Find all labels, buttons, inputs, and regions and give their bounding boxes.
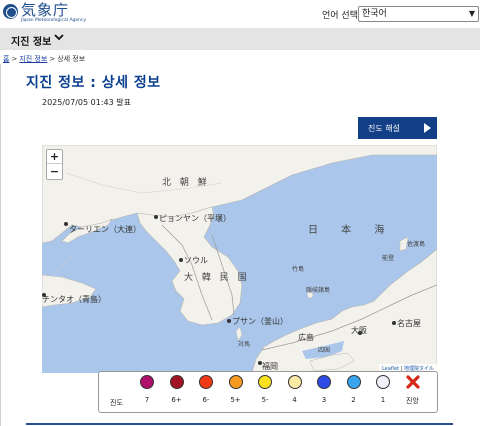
breadcrumb-separator: > bbox=[11, 55, 18, 63]
jma-emblem-icon bbox=[3, 4, 18, 19]
x-mark-icon bbox=[405, 375, 420, 389]
language-label: 언어 선택 bbox=[322, 11, 358, 21]
intensity-value-label: 3 bbox=[321, 396, 327, 404]
map-label-oki: 隠岐諸島 bbox=[306, 287, 331, 294]
divider bbox=[0, 64, 1, 426]
earthquake-map[interactable]: 北 朝 鮮 ピョンヤン（平壌） ターリエン（大連） ソウル 大 韓 民 国 チン… bbox=[42, 145, 437, 373]
legend-item-2: 2 bbox=[344, 375, 364, 404]
intensity-color-swatch bbox=[376, 375, 390, 389]
map-label-takeshima: 竹島 bbox=[292, 266, 305, 273]
intensity-explanation-label: 진도 해설 bbox=[368, 124, 400, 133]
legend-item-5plus: 5+ bbox=[226, 375, 246, 404]
map-label-pyongyang: ピョンヤン（平壌） bbox=[159, 214, 231, 223]
zoom-out-button[interactable]: − bbox=[47, 165, 62, 179]
chevron-down-icon: ▼ bbox=[468, 9, 475, 18]
legend-item-1: 1 bbox=[373, 375, 393, 404]
map-label-sado: 佐渡島 bbox=[407, 241, 426, 248]
legend-item-6plus: 6+ bbox=[167, 375, 187, 404]
logo-english: Japan Meteorological Agency bbox=[21, 18, 87, 23]
map-label-sea-of-japan: 日 本 海 bbox=[308, 225, 395, 236]
breadcrumb-earthquake-info[interactable]: 지진 정보 bbox=[19, 55, 47, 63]
nagoya-dot bbox=[392, 321, 396, 325]
intensity-color-swatch bbox=[287, 375, 302, 389]
intensity-value-label: 4 bbox=[292, 396, 297, 404]
language-select[interactable]: 한국어 ▼ bbox=[358, 6, 479, 22]
intensity-value-label: 6- bbox=[202, 396, 210, 404]
map-label-south-korea: 大 韓 民 国 bbox=[184, 273, 250, 283]
language-select-value: 한국어 bbox=[362, 9, 387, 19]
intensity-color-swatch bbox=[169, 375, 184, 389]
legend-title: 진도 bbox=[110, 399, 123, 407]
map-label-shikoku: 四国 bbox=[318, 347, 331, 354]
arrow-right-icon bbox=[424, 123, 431, 133]
map-label-noto: 能登 bbox=[382, 255, 395, 262]
map-label-osaka: 大阪 bbox=[351, 326, 367, 335]
intensity-color-swatch bbox=[258, 375, 272, 389]
intensity-value-label: 1 bbox=[380, 396, 386, 404]
site-header: 気象庁 Japan Meteorological Agency 언어 선택 한국… bbox=[0, 0, 480, 28]
map-label-north-korea: 北 朝 鮮 bbox=[162, 178, 210, 188]
intensity-legend: 진도 7 6+ 6- 5+ 5- 4 3 2 1 진앙 bbox=[98, 371, 438, 413]
map-label-busan: プサン（釜山） bbox=[232, 317, 288, 326]
map-label-nagoya: 名古屋 bbox=[397, 319, 421, 328]
intensity-color-swatch bbox=[346, 375, 361, 389]
intensity-value-label: 5+ bbox=[230, 396, 241, 404]
breadcrumb-current: 상세 정보 bbox=[57, 55, 86, 63]
page-root: 気象庁 Japan Meteorological Agency 언어 선택 한국… bbox=[0, 0, 480, 426]
legend-item-6minus: 6- bbox=[196, 375, 216, 404]
intensity-explanation-button[interactable]: 진도 해설 bbox=[358, 117, 437, 139]
chevron-down-icon[interactable] bbox=[53, 31, 65, 43]
map-label-qingdao: チンタオ（青島） bbox=[42, 295, 106, 304]
map-label-seoul: ソウル bbox=[184, 256, 208, 265]
breadcrumb-home[interactable]: 홈 bbox=[3, 55, 9, 63]
intensity-color-swatch bbox=[228, 375, 243, 389]
map-label-dalian: ターリエン（大連） bbox=[69, 225, 141, 234]
legend-item-3: 3 bbox=[314, 375, 334, 404]
intensity-color-swatch bbox=[317, 375, 331, 389]
seoul-dot bbox=[179, 258, 183, 262]
zoom-control: + − bbox=[46, 149, 63, 180]
legend-item-5minus: 5- bbox=[255, 375, 275, 404]
intensity-color-swatch bbox=[140, 375, 154, 389]
intensity-value-label: 7 bbox=[144, 396, 150, 404]
epicenter-label: 진앙 bbox=[406, 397, 419, 405]
logo-text: 気象庁 Japan Meteorological Agency bbox=[21, 3, 86, 24]
pyongyang-dot bbox=[154, 215, 158, 219]
legend-item-7: 7 bbox=[137, 375, 157, 404]
legend-item-epicenter: 진앙 bbox=[403, 375, 423, 406]
published-time: 2025/07/05 01:43 발표 bbox=[42, 98, 131, 107]
jma-logo[interactable]: 気象庁 Japan Meteorological Agency bbox=[3, 3, 86, 24]
page-title: 지진 정보 : 상세 정보 bbox=[26, 75, 161, 91]
map-label-tsushima: 対馬 bbox=[238, 341, 251, 348]
intensity-value-label: 2 bbox=[351, 396, 356, 404]
legend-item-4: 4 bbox=[285, 375, 305, 404]
logo-kanji: 気象庁 bbox=[21, 1, 70, 19]
breadcrumb: 홈 > 지진 정보 > 상세 정보 bbox=[3, 54, 85, 64]
section-nav-title: 지진 정보 bbox=[11, 37, 52, 48]
intensity-value-label: 5- bbox=[261, 396, 269, 404]
intensity-value-label: 6+ bbox=[171, 396, 182, 404]
breadcrumb-separator: > bbox=[49, 55, 56, 63]
divider bbox=[26, 423, 453, 425]
dalian-dot bbox=[64, 222, 68, 226]
section-nav[interactable]: 지진 정보 bbox=[0, 28, 480, 50]
intensity-color-swatch bbox=[199, 375, 213, 389]
map-label-hiroshima: 広島 bbox=[298, 333, 314, 342]
busan-dot bbox=[227, 319, 231, 323]
zoom-in-button[interactable]: + bbox=[47, 150, 62, 164]
